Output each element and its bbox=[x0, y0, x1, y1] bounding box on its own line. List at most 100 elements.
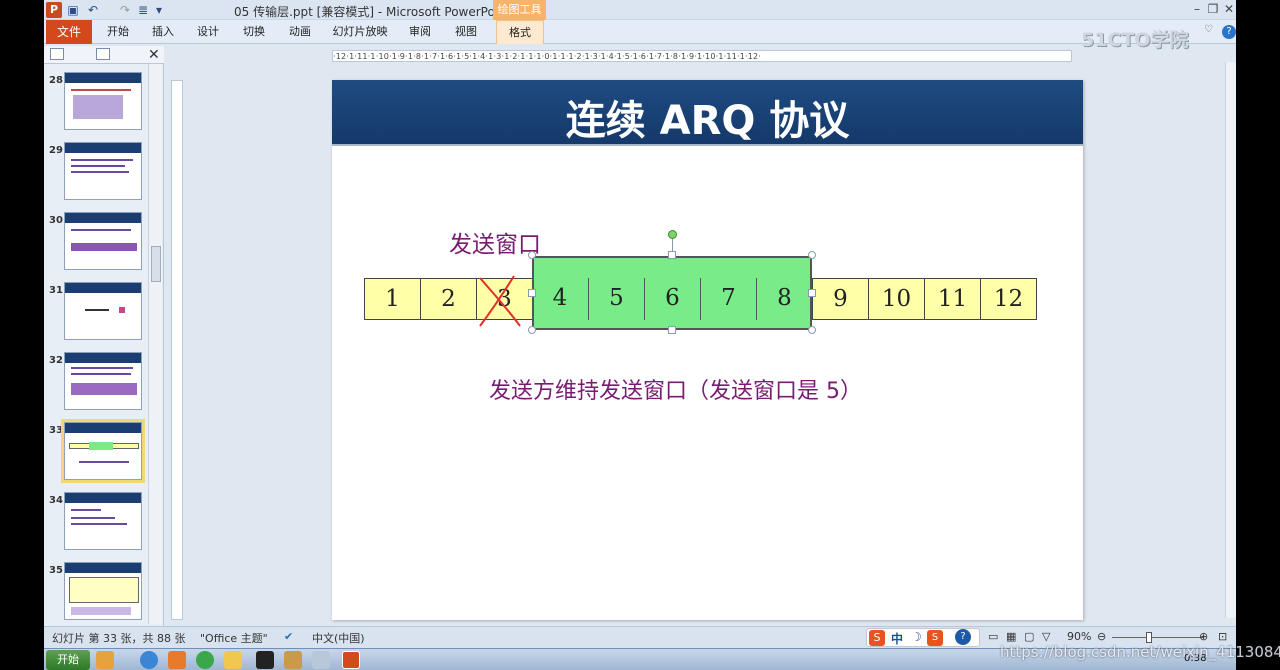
thumb-number: 33 bbox=[49, 425, 63, 436]
start-button[interactable]: 开始 bbox=[46, 650, 90, 670]
slide-title[interactable]: 连续 ARQ 协议 bbox=[332, 88, 1083, 146]
help-icon[interactable]: ? bbox=[1222, 25, 1236, 39]
zoom-slider[interactable] bbox=[1112, 637, 1204, 638]
tab-review[interactable]: 审阅 bbox=[404, 20, 436, 44]
powerpoint-app-icon[interactable]: P bbox=[46, 2, 62, 18]
slide-thumbnail[interactable] bbox=[64, 72, 142, 130]
slide-thumbnail[interactable] bbox=[64, 352, 142, 410]
resize-handle[interactable] bbox=[808, 289, 816, 297]
tab-home[interactable]: 开始 bbox=[102, 20, 134, 44]
watermark-url: https://blog.csdn.net/weixin_41130842 bbox=[1000, 643, 1280, 661]
sorter-view-icon[interactable]: ▦ bbox=[1006, 630, 1016, 643]
reading-view-icon[interactable]: ▢ bbox=[1024, 630, 1034, 643]
resize-handle[interactable] bbox=[528, 326, 536, 334]
taskbar-app-icon[interactable] bbox=[96, 651, 114, 669]
ime-mode-icon[interactable]: 中 bbox=[891, 630, 903, 647]
tab-format[interactable]: 格式 bbox=[496, 20, 544, 44]
ie-icon[interactable] bbox=[140, 651, 158, 669]
thumb-number: 32 bbox=[49, 355, 63, 366]
sequence-cell: 1 bbox=[364, 278, 421, 320]
sequence-cell: 2 bbox=[420, 278, 477, 320]
rotate-handle[interactable] bbox=[668, 230, 677, 239]
vertical-ruler bbox=[171, 80, 183, 620]
ime-skin-icon[interactable]: S bbox=[927, 630, 943, 646]
drawing-tools-context-label: 绘图工具 bbox=[493, 0, 546, 20]
tab-view[interactable]: 视图 bbox=[450, 20, 482, 44]
tab-transitions[interactable]: 切换 bbox=[238, 20, 270, 44]
language-status[interactable]: 中文(中国) bbox=[312, 630, 365, 646]
slides-tab-icon[interactable] bbox=[50, 48, 64, 60]
close-icon[interactable]: ✕ bbox=[1222, 1, 1236, 17]
slide-title-bar: 连续 ARQ 协议 bbox=[332, 80, 1083, 146]
normal-view-icon[interactable]: ▭ bbox=[988, 630, 998, 643]
customize-qat-icon[interactable]: ▾ bbox=[154, 1, 164, 19]
thumbnails-scrollbar[interactable] bbox=[148, 64, 162, 624]
tab-design[interactable]: 设计 bbox=[192, 20, 224, 44]
thumb-number: 29 bbox=[49, 145, 63, 156]
notepad-icon[interactable] bbox=[312, 651, 330, 669]
resize-handle[interactable] bbox=[808, 326, 816, 334]
thumb-number: 28 bbox=[49, 75, 63, 86]
horizontal-ruler: ·12·1·11·1·10·1·9·1·8·1·7·1·6·1·5·1·4·1·… bbox=[332, 50, 1072, 62]
ribbon-collapse-icon[interactable]: ♡ bbox=[1204, 24, 1213, 35]
slide-caption[interactable]: 发送方维持发送窗口（发送窗口是 5） bbox=[489, 373, 862, 405]
tab-insert[interactable]: 插入 bbox=[147, 20, 179, 44]
powerpoint-window: P ▣ ↶ ↷ ≣ ▾ 05 传输层.ppt [兼容模式] - Microsof… bbox=[44, 0, 1236, 648]
taskbar-app-icon[interactable] bbox=[284, 651, 302, 669]
resize-handle[interactable] bbox=[808, 251, 816, 259]
resize-handle[interactable] bbox=[528, 251, 536, 259]
sogou-icon[interactable]: S bbox=[869, 630, 885, 646]
slide-scrollbar[interactable] bbox=[1225, 62, 1236, 618]
zoom-in-icon[interactable]: ⊕ bbox=[1199, 630, 1208, 643]
scrollbar-thumb[interactable] bbox=[151, 246, 161, 282]
slide-thumbnail[interactable] bbox=[64, 562, 142, 620]
tab-file[interactable]: 文件 bbox=[46, 20, 92, 44]
thumb-number: 30 bbox=[49, 215, 63, 226]
chrome-icon[interactable] bbox=[196, 651, 214, 669]
tab-slideshow[interactable]: 幻灯片放映 bbox=[330, 20, 390, 44]
folder-icon[interactable] bbox=[224, 651, 242, 669]
slide-thumbnail[interactable] bbox=[64, 142, 142, 200]
sequence-cell: 12 bbox=[980, 278, 1037, 320]
ribbon-tabs: 文件 开始 插入 设计 切换 动画 幻灯片放映 审阅 视图 格式 51CTO学院… bbox=[44, 20, 1236, 51]
slide-thumbnail[interactable] bbox=[64, 282, 142, 340]
resize-handle[interactable] bbox=[528, 289, 536, 297]
title-bar: P ▣ ↶ ↷ ≣ ▾ 05 传输层.ppt [兼容模式] - Microsof… bbox=[44, 0, 1236, 20]
undo-icon[interactable]: ↶ bbox=[84, 1, 102, 19]
sequence-cell-overlay: 7 bbox=[700, 278, 756, 320]
zoom-out-icon[interactable]: ⊖ bbox=[1097, 630, 1106, 643]
ime-toolbar[interactable]: S 中 ☽ S ? bbox=[866, 628, 980, 647]
theme-status[interactable]: "Office 主题" bbox=[200, 630, 268, 646]
slide-canvas[interactable]: 连续 ARQ 协议 发送窗口 1 2 3 4 5 6 7 8 9 10 11 1… bbox=[332, 80, 1083, 620]
slide-thumbnail[interactable] bbox=[64, 212, 142, 270]
outline-tab-icon[interactable] bbox=[96, 48, 110, 60]
slide-thumbnail[interactable] bbox=[64, 492, 142, 550]
fit-slide-icon[interactable]: ⊡ bbox=[1218, 630, 1227, 643]
thumb-number: 31 bbox=[49, 285, 63, 296]
sequence-cell: 9 bbox=[812, 278, 869, 320]
zoom-slider-knob[interactable] bbox=[1146, 632, 1152, 643]
close-pane-icon[interactable]: ✕ bbox=[148, 46, 160, 64]
sequence-cell: 10 bbox=[868, 278, 925, 320]
resize-handle[interactable] bbox=[668, 251, 676, 259]
zoom-level[interactable]: 90% bbox=[1067, 630, 1091, 643]
sequence-cell-overlay: 4 bbox=[552, 285, 568, 311]
tab-animations[interactable]: 动画 bbox=[284, 20, 316, 44]
slide-thumbnail-selected[interactable] bbox=[61, 419, 145, 483]
redo-icon[interactable]: ↷ bbox=[118, 1, 132, 19]
slideshow-view-icon[interactable]: ▽ bbox=[1042, 630, 1050, 643]
resize-handle[interactable] bbox=[668, 326, 676, 334]
ime-help-icon[interactable]: ? bbox=[955, 629, 971, 645]
powerpoint-taskbar-icon[interactable] bbox=[342, 651, 360, 669]
cmd-icon[interactable] bbox=[256, 651, 274, 669]
save-icon[interactable]: ▣ bbox=[66, 1, 80, 19]
ime-moon-icon[interactable]: ☽ bbox=[911, 630, 922, 644]
minimize-icon[interactable]: – bbox=[1190, 1, 1204, 17]
pane-tabs: ✕ bbox=[44, 46, 164, 64]
restore-icon[interactable]: ❐ bbox=[1206, 1, 1220, 17]
taskbar-app-icon[interactable] bbox=[168, 651, 186, 669]
watermark-logo: 51CTO学院 bbox=[1081, 29, 1189, 51]
spellcheck-icon[interactable]: ✔ bbox=[284, 630, 293, 643]
list-icon[interactable]: ≣ bbox=[136, 1, 150, 19]
window-title: 05 传输层.ppt [兼容模式] - Microsoft PowerPoint bbox=[234, 5, 511, 19]
